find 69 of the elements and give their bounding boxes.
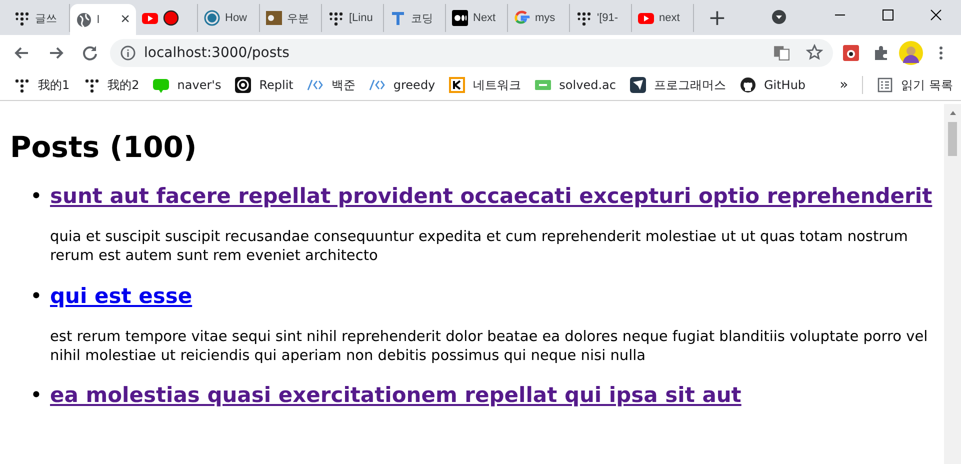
translate-icon[interactable] xyxy=(773,44,790,61)
bookmark[interactable]: 백준 xyxy=(307,76,356,94)
address-bar[interactable]: localhost:3000/posts xyxy=(110,38,833,66)
tab-title: l xyxy=(97,14,100,26)
play-icon xyxy=(142,10,158,26)
thumbnail-icon xyxy=(266,10,282,26)
letter-icon xyxy=(390,10,406,26)
dots-icon xyxy=(328,10,344,26)
tab-title: [Linu xyxy=(349,12,373,24)
bookmark[interactable]: naver's xyxy=(153,77,222,93)
play-icon xyxy=(638,10,654,26)
bullet: • xyxy=(30,184,40,208)
dots-icon xyxy=(576,10,592,26)
bullet: • xyxy=(30,383,40,408)
page-heading: Posts (100) xyxy=(10,130,198,164)
browser-tab[interactable]: [Linu xyxy=(322,4,384,32)
browser-tab[interactable]: l × xyxy=(70,4,136,35)
record-icon xyxy=(163,10,179,26)
tab-title: How xyxy=(225,12,248,24)
bullet: • xyxy=(30,284,40,308)
browser-tab[interactable]: next xyxy=(632,4,694,32)
bookmark[interactable]: solved.ac xyxy=(535,77,616,93)
dots-icon xyxy=(84,77,100,93)
bookmark[interactable]: 프로그래머스 xyxy=(630,76,726,94)
dots-icon xyxy=(14,77,30,93)
dots-icon xyxy=(14,10,30,26)
info-icon xyxy=(120,44,136,60)
bookmark[interactable]: 我的1 xyxy=(14,76,70,94)
post-body: est rerum tempore vitae sequi sint nihil reprehenderit dolor beatae ea dolores neque fugiat blanditiis voluptate porro vel nihil molestiae ut reiciendis qui aperiam non debitis possimus qui neque nisi nulla xyxy=(50,328,929,366)
blog-icon xyxy=(153,77,170,93)
browser-tab[interactable]: Next xyxy=(446,4,508,32)
browser-tab[interactable]: 코딩 xyxy=(384,4,446,32)
list-icon xyxy=(877,77,894,93)
post-title-link[interactable]: qui est esse xyxy=(50,284,192,308)
k-icon xyxy=(449,77,466,93)
browser-tab[interactable]: '[91- xyxy=(570,4,632,32)
star-icon[interactable] xyxy=(806,44,823,61)
close-tab-button[interactable]: × xyxy=(120,10,130,28)
browser-tab[interactable]: 우분 xyxy=(260,4,322,32)
new-tab-button[interactable]: + xyxy=(708,6,726,31)
tab-title: '[91- xyxy=(597,12,618,24)
bookmark[interactable]: 我的2 xyxy=(84,76,140,94)
scroll-thumb[interactable] xyxy=(948,122,957,156)
tab-title: 코딩 xyxy=(411,12,433,26)
spiral-icon xyxy=(235,77,252,93)
post-body: quia et suscipit suscipit recusandae consequuntur expedita et cum reprehenderit molestiae ut ut quas totam nostrum rerum est autem sunt rem eveniet architecto xyxy=(50,228,909,266)
bookmark[interactable]: 네트워크 xyxy=(449,76,522,94)
profile-avatar[interactable] xyxy=(899,40,923,64)
globe-icon xyxy=(76,12,92,28)
tab-title: 우분 xyxy=(287,12,309,26)
tab-title: Next xyxy=(473,12,496,24)
bookmark[interactable]: GitHub xyxy=(740,77,806,93)
browser-tab[interactable]: How xyxy=(198,4,260,32)
code-icon xyxy=(369,77,386,93)
bookmark[interactable]: greedy xyxy=(369,77,436,93)
tab-title: next xyxy=(659,12,680,24)
post-title-link[interactable]: sunt aut facere repellat provident occaecati excepturi optio reprehenderit xyxy=(50,184,932,208)
ac-icon xyxy=(535,77,552,93)
scrollbar[interactable] xyxy=(944,104,961,464)
code-icon xyxy=(307,77,324,93)
reading-list-button[interactable]: 읽기 목록 xyxy=(877,76,953,94)
tab-search-icon[interactable] xyxy=(771,9,787,25)
bookmark[interactable]: Replit xyxy=(235,77,294,93)
browser-tab[interactable]: mys xyxy=(508,4,570,32)
tab-title: 글쓰 xyxy=(35,12,57,26)
post-title-link[interactable]: ea molestias quasi exercitationem repellat qui ipsa sit aut xyxy=(50,383,742,408)
tab-title: mys xyxy=(535,12,556,24)
more-bookmarks-button[interactable]: » xyxy=(840,77,848,93)
bird-icon xyxy=(630,77,646,93)
